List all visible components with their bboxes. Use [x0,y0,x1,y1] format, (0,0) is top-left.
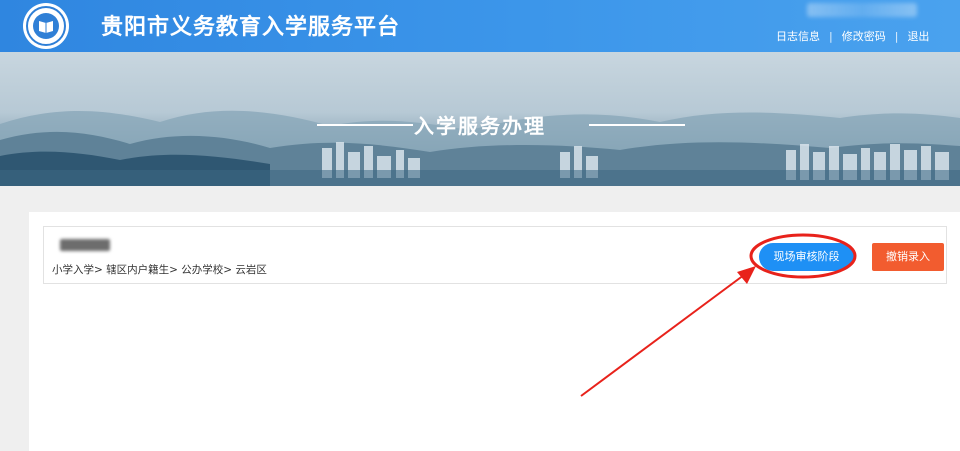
app-title: 贵阳市义务教育入学服务平台 [101,15,401,40]
school-emblem-logo [23,3,69,49]
cancel-entry-button[interactable]: 撤销录入 [872,243,944,271]
user-info-redacted [807,3,917,17]
enrollment-record-card: 小学入学> 辖区内户籍生> 公办学校> 云岩区 现场审核阶段 撤销录入 [43,226,947,284]
title-line-right [589,124,685,126]
top-header: 贵阳市义务教育入学服务平台 日志信息 | 修改密码 | 退出 [0,0,960,52]
logout-link[interactable]: 退出 [907,28,929,44]
link-separator: | [829,29,833,43]
change-password-link[interactable]: 修改密码 [842,28,886,44]
banner-title: 入学服务办理 [414,114,546,138]
main-content: 小学入学> 辖区内户籍生> 公办学校> 云岩区 现场审核阶段 撤销录入 [29,212,960,451]
enrollment-path: 小学入学> 辖区内户籍生> 公办学校> 云岩区 [52,264,267,276]
log-info-link[interactable]: 日志信息 [776,28,820,44]
student-name-redacted [60,239,110,251]
link-separator: | [894,29,899,43]
book-icon [39,21,53,33]
top-links: 日志信息 | 修改密码 | 退出 [776,28,929,44]
hero-banner: 入学服务办理 [0,52,960,186]
onsite-review-stage-button[interactable]: 现场审核阶段 [759,243,854,271]
